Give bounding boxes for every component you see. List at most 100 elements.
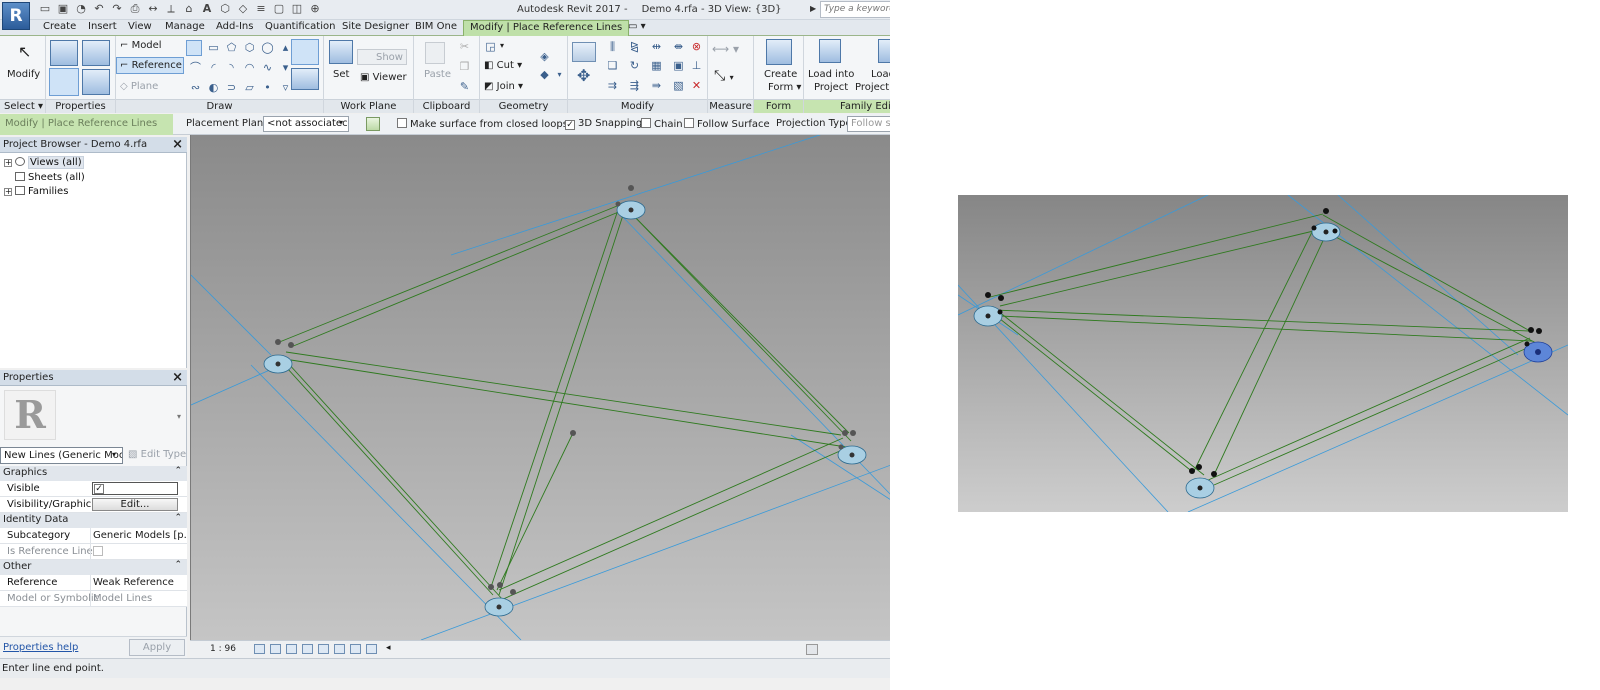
tangent-arc-icon[interactable]: ◝ [225, 61, 238, 74]
rotate-icon[interactable]: ↻ [628, 59, 641, 72]
tab-insert[interactable]: Insert [88, 21, 117, 36]
line-tool-icon[interactable] [186, 40, 202, 56]
type-selector-arrow-icon[interactable]: ▾ [177, 412, 181, 421]
modify-button[interactable]: Modify [7, 69, 40, 80]
cut-geometry-button[interactable]: ◧ Cut ▾ [484, 60, 522, 71]
pick-faces-icon[interactable]: ▱ [243, 81, 256, 94]
load-into-project-icon[interactable] [819, 39, 841, 63]
viewer-button[interactable]: ▣ Viewer [360, 72, 407, 83]
create-form-icon[interactable] [766, 39, 792, 65]
follow-surface-checkbox[interactable]: Follow Surface [684, 118, 770, 130]
split-gap-icon[interactable]: ⊗ [690, 40, 703, 53]
mirror-draw-icon[interactable]: ⇹ [650, 40, 663, 53]
cope-dropdown-icon[interactable]: ▾ [500, 41, 504, 50]
visual-style-icon[interactable] [270, 644, 281, 654]
unpin-icon[interactable]: ▧ [672, 79, 685, 92]
spline-icon[interactable]: ∿ [261, 61, 274, 74]
3d-snapping-checkbox[interactable]: ✓ 3D Snapping [565, 118, 642, 130]
save-icon[interactable]: ▣ [56, 2, 70, 16]
mirror-axis-icon[interactable]: ⧎ [628, 40, 641, 53]
cope-icon[interactable]: ◲ [484, 40, 497, 53]
family-types-icon[interactable] [82, 40, 110, 66]
horizontal-scrollbar-thumb[interactable] [806, 644, 818, 655]
measure-icon[interactable]: ↔ [146, 2, 160, 16]
properties-help-link[interactable]: Properties help [3, 642, 78, 653]
trim-extend-single-icon[interactable]: ⇶ [628, 79, 641, 92]
draw-on-workplane-icon[interactable] [291, 68, 319, 90]
view-scale[interactable]: 1 : 96 [210, 644, 236, 654]
set-button[interactable]: Set [333, 69, 349, 80]
scale-icon[interactable]: ▣ [672, 59, 685, 72]
tag-icon[interactable]: ⌂ [182, 2, 196, 16]
chevron-right-icon[interactable]: ▶ [810, 4, 816, 13]
tab-site-designer[interactable]: Site Designer [342, 21, 409, 36]
show-crop-region-icon[interactable] [350, 644, 361, 654]
tab-add-ins[interactable]: Add-Ins [216, 21, 253, 36]
paint-icon[interactable]: ◆ [538, 68, 551, 81]
paste-icon[interactable] [425, 42, 445, 64]
create-form-button-line2[interactable]: Form ▾ [768, 82, 801, 93]
group-graphics[interactable]: Graphics ⌃ [0, 466, 187, 481]
select-panel-label[interactable]: Select ▾ [0, 99, 45, 113]
pick-plane-icon[interactable] [366, 117, 380, 131]
sync-icon[interactable]: ◔ [74, 2, 88, 16]
section-icon[interactable]: ◇ [236, 2, 250, 16]
pin-icon[interactable]: ⊥ [690, 59, 703, 72]
tab-create[interactable]: Create [43, 21, 76, 36]
reveal-hidden-icon[interactable] [366, 644, 377, 654]
placement-plane-dropdown[interactable]: <not associatec [263, 116, 349, 132]
reference-plane-button[interactable]: ◇ Plane [120, 81, 158, 92]
rectangle-icon[interactable]: ▭ [207, 41, 220, 54]
paste-button[interactable]: Paste [424, 69, 451, 80]
settings-icon[interactable]: ⊕ [308, 2, 322, 16]
application-menu-button[interactable]: R [2, 2, 30, 30]
tab-modify-place-reference-lines[interactable]: Modify | Place Reference Lines [463, 20, 630, 36]
fillet-arc-icon[interactable]: ◠ [243, 61, 256, 74]
tab-view[interactable]: View [128, 21, 152, 36]
3d-view-icon[interactable]: ⬡ [218, 2, 232, 16]
offset-icon[interactable]: ⫼ [606, 40, 619, 53]
close-icon[interactable]: × [172, 137, 183, 152]
close-icon[interactable]: × [172, 370, 183, 385]
load-into-project-close-button[interactable]: Load [871, 69, 890, 80]
join-geometry-button[interactable]: ◩ Join ▾ [484, 81, 523, 92]
group-identity-data[interactable]: Identity Data ⌃ [0, 513, 187, 528]
edit-type-button[interactable]: ▧ Edit Type [128, 449, 186, 460]
move-icon[interactable]: ✥ [577, 68, 590, 84]
match-properties-icon[interactable]: ✎ [458, 80, 471, 93]
scroll-left-icon[interactable]: ◂ [386, 643, 391, 653]
close-hidden-icon[interactable]: ▢ [272, 2, 286, 16]
tab-bim-one[interactable]: BIM One [415, 21, 457, 36]
split-element-icon[interactable]: ⇼ [672, 40, 685, 53]
model-line-button[interactable]: ⌐ Model [120, 40, 162, 51]
circumscribed-polygon-icon[interactable]: ⬡ [243, 41, 256, 54]
circle-icon[interactable]: ◯ [261, 41, 274, 54]
chevron-down-icon[interactable]: ▾ [339, 118, 343, 127]
shadows-icon[interactable] [302, 644, 313, 654]
type-properties-icon[interactable] [50, 40, 78, 66]
split-face-icon[interactable]: ◈ [538, 50, 551, 63]
partial-ellipse-icon[interactable]: ◐ [207, 81, 220, 94]
group-other[interactable]: Other ⌃ [0, 560, 187, 575]
start-end-arc-icon[interactable]: ⌒ [189, 61, 202, 74]
detail-level-icon[interactable] [254, 644, 265, 654]
tab-manage[interactable]: Manage [165, 21, 205, 36]
undo-icon[interactable]: ↶ [92, 2, 106, 16]
render-icon[interactable] [318, 644, 329, 654]
ellipse-icon[interactable]: ∾ [189, 81, 202, 94]
open-icon[interactable]: ▭ [38, 2, 52, 16]
3d-viewport[interactable] [190, 135, 890, 640]
make-surface-checkbox[interactable]: Make surface from closed loops [397, 118, 568, 130]
array-icon[interactable]: ▦ [650, 59, 663, 72]
pick-lines-icon[interactable]: ⊃ [225, 81, 238, 94]
center-ends-arc-icon[interactable]: ◜ [207, 61, 220, 74]
reference-value[interactable]: Weak Reference [90, 575, 187, 591]
tree-item-families[interactable]: + Families [4, 186, 68, 197]
dimension-icon[interactable]: ⟂ [164, 2, 178, 16]
point-icon[interactable]: • [261, 81, 274, 94]
type-selector-dropdown[interactable]: New Lines (Generic Moc [0, 447, 123, 464]
thin-lines-icon[interactable]: ≡ [254, 2, 268, 16]
chevron-down-icon[interactable]: ▾ [112, 450, 116, 459]
properties-icon[interactable] [49, 68, 79, 96]
tree-item-sheets[interactable]: Sheets (all) [15, 172, 85, 183]
